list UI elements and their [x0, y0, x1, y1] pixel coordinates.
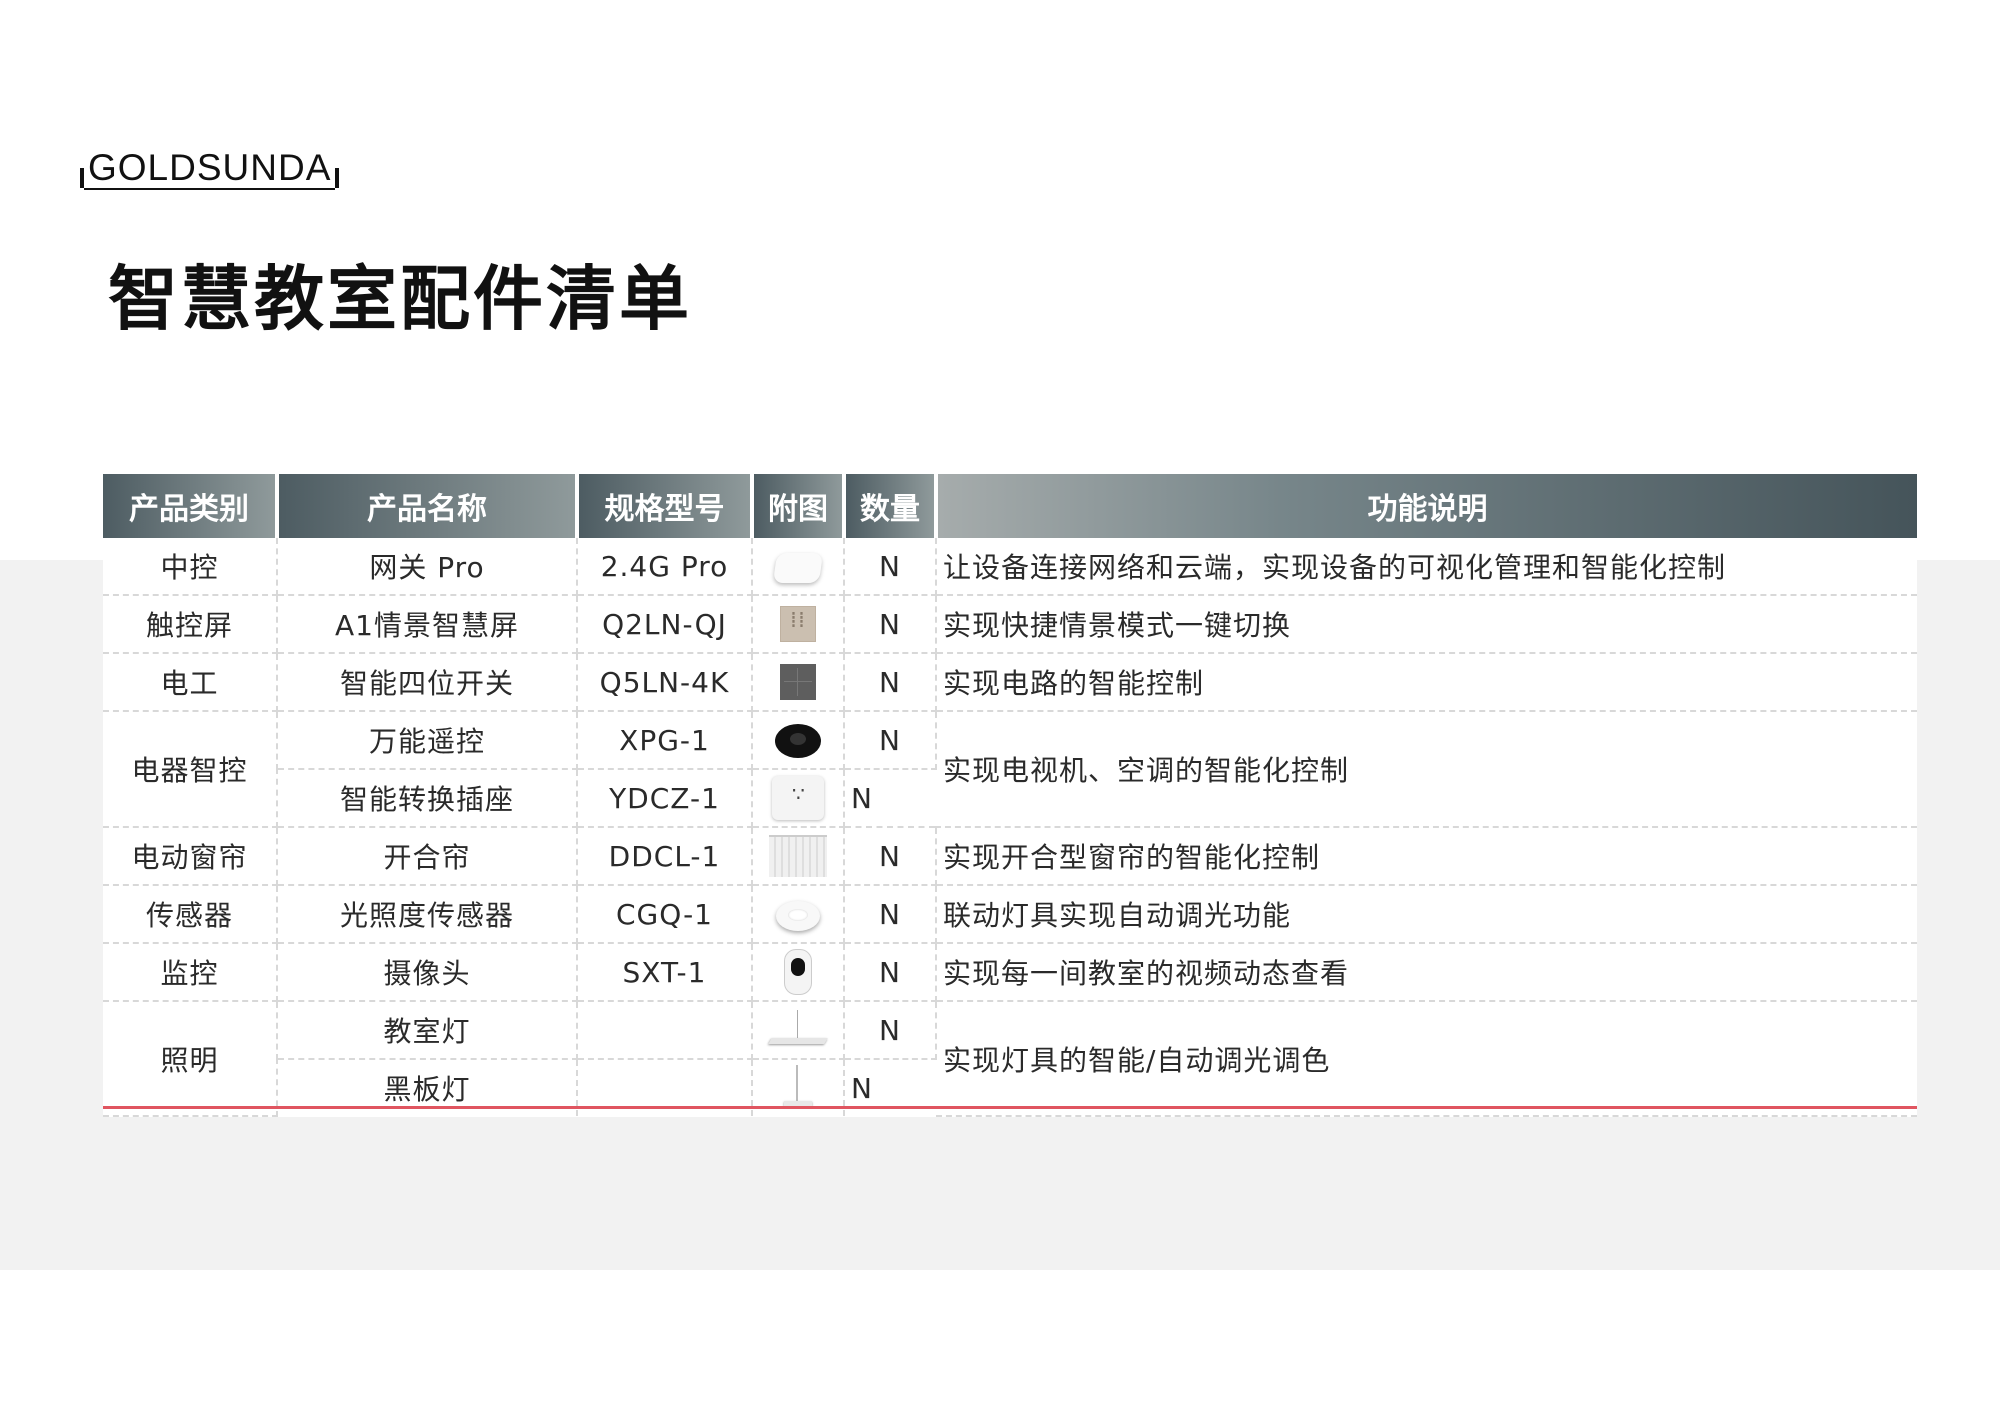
- category-cell: 电工: [103, 653, 278, 712]
- gateway-icon: [772, 552, 824, 583]
- model-cell: XPG-1: [577, 711, 753, 770]
- header-image: 附图: [752, 474, 846, 538]
- image-cell: [752, 595, 845, 654]
- category-cell: 中控: [103, 538, 278, 596]
- product-name-cell: 光照度传感器: [277, 885, 578, 944]
- four-gang-switch-icon: [780, 664, 816, 700]
- table-body: 中控 网关 Pro 2.4G Pro N 让设备连接网络和云端，实现设备的可视化管理和智…: [103, 538, 1917, 1117]
- description-cell: 实现灯具的智能/自动调光调色: [936, 1001, 1917, 1117]
- model-cell: SXT-1: [577, 943, 753, 1002]
- camera-icon: [784, 949, 812, 995]
- description-cell: 实现快捷情景模式一键切换: [936, 595, 1917, 654]
- image-cell: [752, 538, 845, 596]
- image-cell: [752, 769, 845, 828]
- description-cell: 实现每一间教室的视频动态查看: [936, 943, 1917, 1002]
- page-title: 智慧教室配件清单: [108, 258, 692, 340]
- brand-logo: GOLDSUNDA: [80, 146, 340, 190]
- table-row: 触控屏A1情景智慧屏Q2LN-QJ N实现快捷情景模式一键切换: [103, 595, 1917, 654]
- model-cell: Q5LN-4K: [577, 653, 753, 712]
- description-cell: 联动灯具实现自动调光功能: [936, 885, 1917, 944]
- quantity-cell: N: [844, 1001, 937, 1060]
- header-model: 规格型号: [577, 474, 754, 538]
- category-cell: 照明: [103, 1001, 278, 1117]
- accessory-table-container: 产品类别 产品名称 规格型号 附图 数量 功能说明 中控 网关 Pro 2.4G P…: [103, 474, 1917, 1117]
- accessory-table: 产品类别 产品名称 规格型号 附图 数量 功能说明 中控 网关 Pro 2.4G P…: [103, 474, 1917, 1117]
- image-cell: [752, 943, 845, 1002]
- table-header-row: 产品类别 产品名称 规格型号 附图 数量 功能说明: [103, 474, 1917, 538]
- table-row: 电工 智能四位开关 Q5LN-4K N 实现电路的智能控制: [103, 653, 1917, 712]
- header-quantity: 数量: [844, 474, 938, 538]
- category-cell: 电器智控: [103, 711, 278, 828]
- table-row: 传感器 光照度传感器 CGQ-1 N 联动灯具实现自动调光功能: [103, 885, 1917, 944]
- category-cell: 触控屏: [103, 595, 278, 654]
- product-name-cell: 智能四位开关: [277, 653, 578, 712]
- description-cell: 实现电视机、空调的智能化控制: [936, 711, 1917, 828]
- category-cell: 监控: [103, 943, 278, 1002]
- image-cell: [752, 1001, 845, 1060]
- quantity-cell: N: [844, 827, 937, 886]
- category-cell: 电动窗帘: [103, 827, 278, 886]
- image-cell: [752, 827, 845, 886]
- product-name-cell: 智能转换插座: [277, 769, 578, 828]
- quantity-cell: N: [844, 769, 936, 828]
- model-cell: DDCL-1: [577, 827, 753, 886]
- classroom-lamp-icon: [768, 1010, 828, 1050]
- model-cell: YDCZ-1: [577, 769, 753, 828]
- brand-name: GOLDSUNDA: [84, 148, 336, 190]
- model-cell: 2.4G Pro: [577, 538, 753, 596]
- product-name-cell: 教室灯: [277, 1001, 578, 1060]
- model-cell: [577, 1001, 753, 1060]
- product-name-cell: 网关 Pro: [277, 538, 578, 596]
- description-cell: 实现电路的智能控制: [936, 653, 1917, 712]
- quantity-cell: N: [844, 538, 937, 596]
- logo-bar-right: [335, 168, 340, 188]
- model-cell: CGQ-1: [577, 885, 753, 944]
- image-cell: [752, 653, 845, 712]
- quantity-cell: N: [844, 595, 937, 654]
- image-cell: [752, 885, 845, 944]
- remote-control-icon: [775, 723, 821, 758]
- touch-screen-icon: [780, 606, 816, 642]
- product-name-cell: 万能遥控: [277, 711, 578, 770]
- quantity-cell: N: [844, 943, 937, 1002]
- smart-socket-icon: [772, 776, 824, 820]
- description-cell: 实现开合型窗帘的智能化控制: [936, 827, 1917, 886]
- product-name-cell: A1情景智慧屏: [277, 595, 578, 654]
- light-sensor-icon: [776, 900, 820, 931]
- table-row: 照明 教室灯 N 实现灯具的智能/自动调光调色: [103, 1001, 1917, 1117]
- table-row: 监控 摄像头 SXT-1 N 实现每一间教室的视频动态查看: [103, 943, 1917, 1002]
- curtain-icon: [769, 835, 827, 877]
- table-row: 电器智控 万能遥控 XPG-1 N 实现电视机、空调的智能化控制: [103, 711, 1917, 828]
- quantity-cell: N: [844, 885, 937, 944]
- table-row: 中控 网关 Pro 2.4G Pro N 让设备连接网络和云端，实现设备的可视化管理和智…: [103, 538, 1917, 596]
- header-description: 功能说明: [936, 474, 1917, 538]
- header-category: 产品类别: [103, 474, 279, 538]
- category-cell: 传感器: [103, 885, 278, 944]
- description-cell: 让设备连接网络和云端，实现设备的可视化管理和智能化控制: [936, 538, 1917, 596]
- quantity-cell: N: [844, 711, 937, 770]
- product-name-cell: 摄像头: [277, 943, 578, 1002]
- table-row: 电动窗帘 开合帘 DDCL-1 N 实现开合型窗帘的智能化控制: [103, 827, 1917, 886]
- quantity-cell: N: [844, 653, 937, 712]
- image-cell: [752, 711, 845, 770]
- blackboard-lamp-icon: [778, 1065, 818, 1111]
- header-product-name: 产品名称: [277, 474, 579, 538]
- product-name-cell: 开合帘: [277, 827, 578, 886]
- table-bottom-rule: [103, 1106, 1917, 1109]
- model-cell: Q2LN-QJ: [577, 595, 753, 654]
